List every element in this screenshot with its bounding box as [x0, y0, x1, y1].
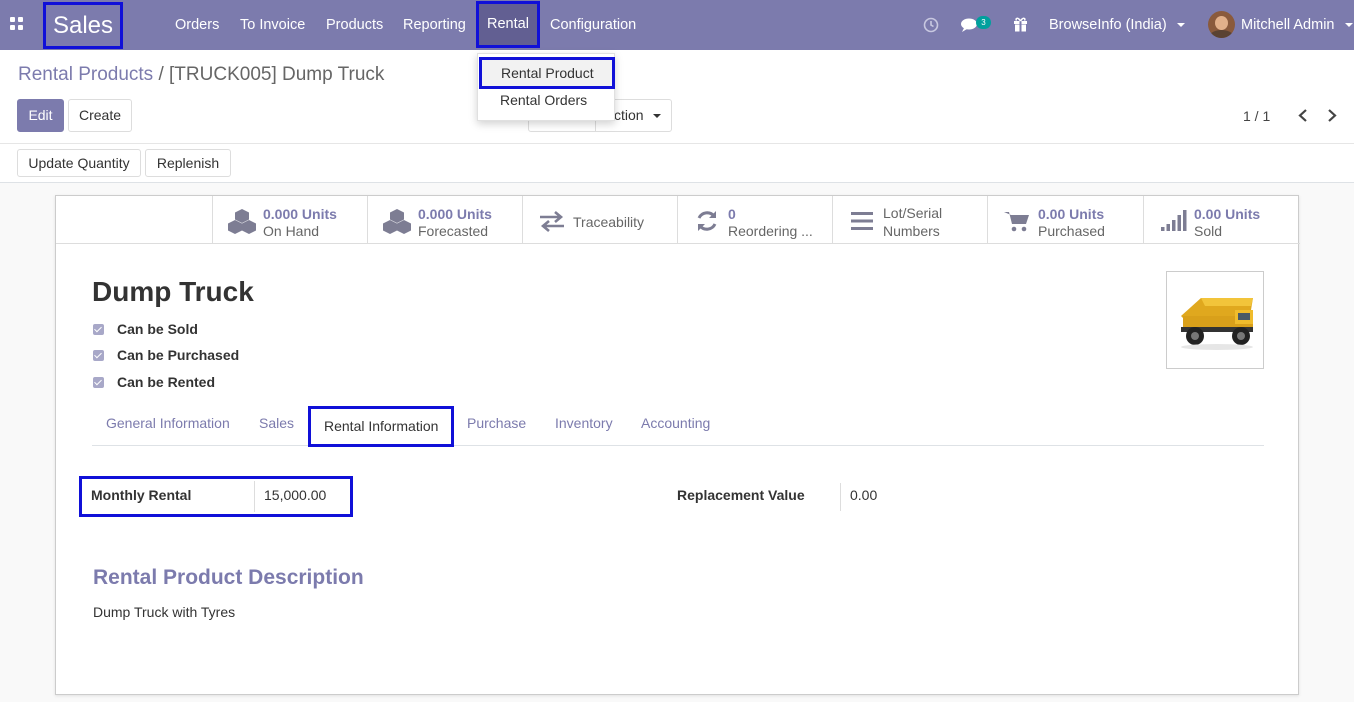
can-be-sold-label: Can be Sold: [117, 321, 198, 337]
lot-serial-button[interactable]: Lot/Serial Numbers: [832, 196, 988, 244]
divider: [0, 143, 1354, 144]
field-separator: [840, 483, 841, 511]
lot-serial-label-2: Numbers: [883, 223, 940, 239]
menu-rental[interactable]: Rental: [476, 1, 540, 48]
cart-icon: [1004, 212, 1029, 232]
on-hand-button[interactable]: 0.000 Units On Hand: [212, 196, 368, 244]
breadcrumb: Rental Products / [TRUCK005] Dump Truck: [18, 64, 384, 86]
lot-serial-label-1: Lot/Serial: [883, 205, 943, 221]
cubes-icon: [228, 209, 256, 234]
reordering-label: Reordering ...: [728, 223, 813, 239]
chevron-right-icon[interactable]: [1326, 108, 1338, 123]
tab-general-information[interactable]: General Information: [106, 415, 230, 431]
forecasted-button[interactable]: 0.000 Units Forecasted: [367, 196, 523, 244]
rental-description-field[interactable]: Dump Truck with Tyres: [93, 604, 235, 620]
divider: [56, 243, 212, 244]
can-be-purchased-checkbox[interactable]: [93, 350, 104, 361]
chevron-down-icon: [1176, 23, 1185, 28]
notebook-tabs: General Information Sales Rental Informa…: [92, 406, 1264, 447]
breadcrumb-separator: /: [158, 64, 164, 85]
update-quantity-button[interactable]: Update Quantity: [17, 149, 141, 177]
tab-purchase[interactable]: Purchase: [467, 415, 526, 431]
forecasted-value: 0.000 Units: [418, 206, 492, 222]
company-switcher[interactable]: BrowseInfo (India): [1049, 0, 1185, 50]
chevron-left-icon[interactable]: [1297, 108, 1309, 123]
refresh-icon: [697, 211, 717, 231]
menu-to-invoice[interactable]: To Invoice: [240, 0, 305, 50]
product-name[interactable]: Dump Truck: [92, 276, 254, 308]
chevron-down-icon: [1344, 23, 1353, 28]
avatar[interactable]: [1208, 11, 1235, 38]
sold-label: Sold: [1194, 223, 1223, 239]
action-label: ction: [614, 107, 644, 123]
product-image[interactable]: [1166, 271, 1264, 369]
on-hand-label: On Hand: [263, 223, 320, 239]
chat-icon[interactable]: [960, 17, 978, 33]
tab-inventory[interactable]: Inventory: [555, 415, 613, 431]
field-separator: [254, 481, 255, 512]
replacement-value-field[interactable]: 0.00: [850, 487, 877, 503]
list-icon: [851, 212, 873, 230]
signal-icon: [1161, 210, 1187, 231]
dump-truck-icon: [1181, 298, 1253, 350]
purchased-label: Purchased: [1038, 223, 1105, 239]
create-button[interactable]: Create: [68, 99, 132, 132]
breadcrumb-current: [TRUCK005] Dump Truck: [169, 64, 385, 85]
top-navbar: Sales Orders To Invoice Products Reporti…: [0, 0, 1354, 50]
can-be-rented-checkbox[interactable]: [93, 377, 104, 388]
cubes-icon: [383, 209, 411, 234]
menu-item-rental-product[interactable]: Rental Product: [479, 57, 615, 89]
sold-button[interactable]: 0.00 Units Sold: [1143, 196, 1300, 244]
traceability-button[interactable]: Traceability: [522, 196, 678, 244]
menu-orders[interactable]: Orders: [175, 0, 219, 50]
message-count-badge: 3: [976, 16, 991, 29]
reordering-button[interactable]: 0 Reordering ...: [677, 196, 833, 244]
caret-down-icon: [653, 114, 662, 119]
tab-sales[interactable]: Sales: [259, 415, 294, 431]
clock-icon[interactable]: [923, 17, 939, 33]
menu-configuration[interactable]: Configuration: [550, 0, 636, 50]
app-name[interactable]: Sales: [43, 2, 123, 49]
monthly-rental-label: Monthly Rental: [91, 487, 192, 503]
gift-icon[interactable]: [1013, 16, 1028, 32]
menu-products[interactable]: Products: [326, 0, 383, 50]
rental-description-heading: Rental Product Description: [93, 566, 364, 589]
user-menu[interactable]: Mitchell Admin: [1241, 0, 1353, 50]
exchange-icon: [540, 211, 564, 232]
reordering-value: 0: [728, 206, 736, 222]
traceability-label: Traceability: [573, 214, 645, 230]
form-sheet: 0.000 Units On Hand 0.000 Units Forecast…: [55, 195, 1300, 695]
apps-grid-icon[interactable]: [10, 17, 24, 31]
pager-value[interactable]: 1 / 1: [1243, 108, 1270, 124]
tab-accounting[interactable]: Accounting: [641, 415, 710, 431]
breadcrumb-parent[interactable]: Rental Products: [18, 64, 153, 85]
can-be-sold-checkbox[interactable]: [93, 324, 104, 335]
sold-value: 0.00 Units: [1194, 206, 1261, 222]
menu-item-rental-orders[interactable]: Rental Orders: [478, 92, 616, 108]
purchased-value: 0.00 Units: [1038, 206, 1105, 222]
user-name: Mitchell Admin: [1241, 17, 1335, 33]
forecasted-label: Forecasted: [418, 223, 489, 239]
monthly-rental-field[interactable]: 15,000.00: [264, 487, 326, 503]
rental-dropdown-menu: Rental Product Rental Orders: [477, 53, 615, 121]
tab-rental-information[interactable]: Rental Information: [308, 406, 455, 447]
replenish-button[interactable]: Replenish: [145, 149, 231, 177]
menu-reporting[interactable]: Reporting: [403, 0, 466, 50]
can-be-rented-label: Can be Rented: [117, 374, 216, 390]
can-be-purchased-label: Can be Purchased: [117, 347, 240, 363]
company-name: BrowseInfo (India): [1049, 17, 1167, 33]
on-hand-value: 0.000 Units: [263, 206, 337, 222]
edit-button[interactable]: Edit: [17, 99, 64, 132]
purchased-button[interactable]: 0.00 Units Purchased: [987, 196, 1143, 244]
replacement-value-label: Replacement Value: [677, 487, 805, 503]
